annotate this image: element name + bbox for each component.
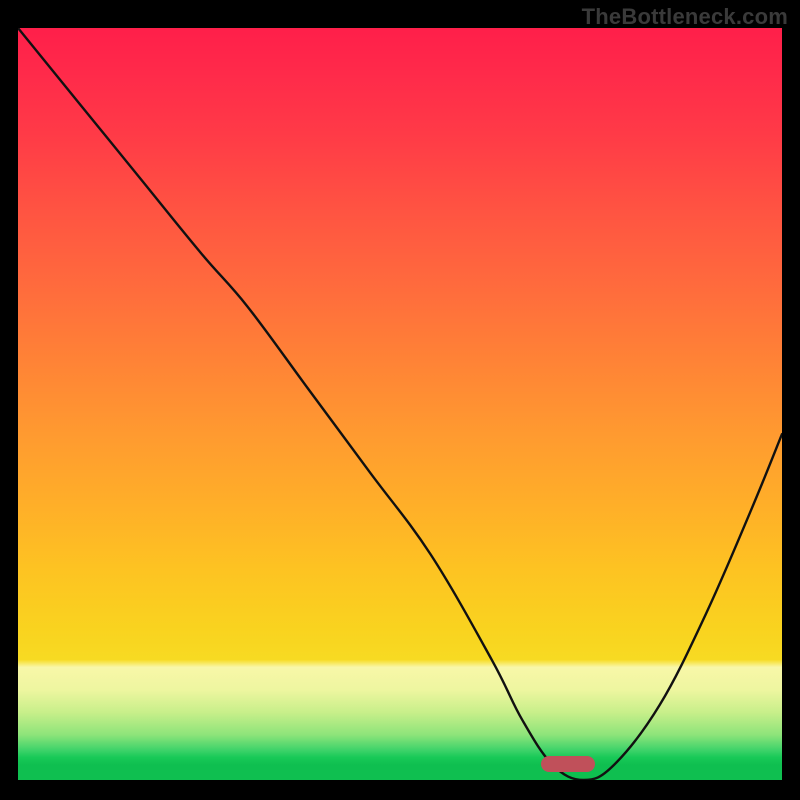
watermark-text: TheBottleneck.com <box>582 4 788 30</box>
plot-area <box>18 28 782 780</box>
chart-frame: TheBottleneck.com <box>0 0 800 800</box>
valley-marker <box>541 756 595 772</box>
bottleneck-curve <box>18 28 782 780</box>
